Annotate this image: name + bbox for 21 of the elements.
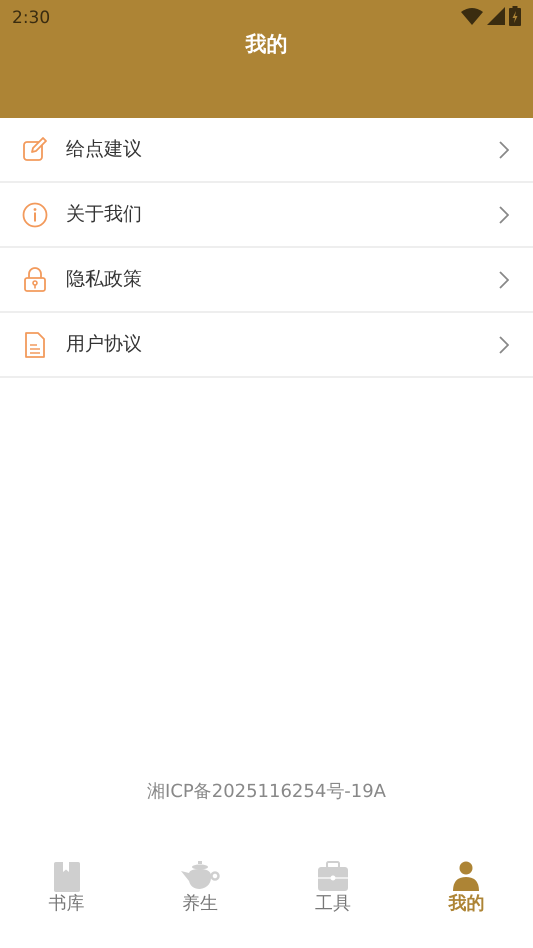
menu-item-label: 给点建议 xyxy=(66,137,143,162)
menu-item-label: 用户协议 xyxy=(66,332,143,358)
status-time: 2:30 xyxy=(12,7,50,30)
icp-record-text: 湘ICP备2025116254号-19A xyxy=(147,781,386,802)
menu-item-label: 关于我们 xyxy=(66,202,143,228)
signal-icon xyxy=(487,7,505,25)
document-icon xyxy=(22,332,48,358)
chevron-right-icon xyxy=(499,140,509,158)
tab[interactable]: 养生 xyxy=(168,855,232,919)
chevron-right-icon xyxy=(499,206,509,224)
menu-item-label: 隐私政策 xyxy=(66,267,143,292)
battery-icon xyxy=(509,6,521,26)
tab[interactable]: 书库 xyxy=(34,855,99,919)
lock-icon xyxy=(22,266,48,292)
page-title: 我的 xyxy=(246,31,288,56)
edit-icon xyxy=(22,136,48,162)
wifi-icon xyxy=(461,7,483,25)
info-icon xyxy=(22,202,48,228)
tab[interactable]: 工具 xyxy=(301,855,366,919)
chevron-right-icon xyxy=(499,270,509,288)
chevron-right-icon xyxy=(499,336,509,354)
